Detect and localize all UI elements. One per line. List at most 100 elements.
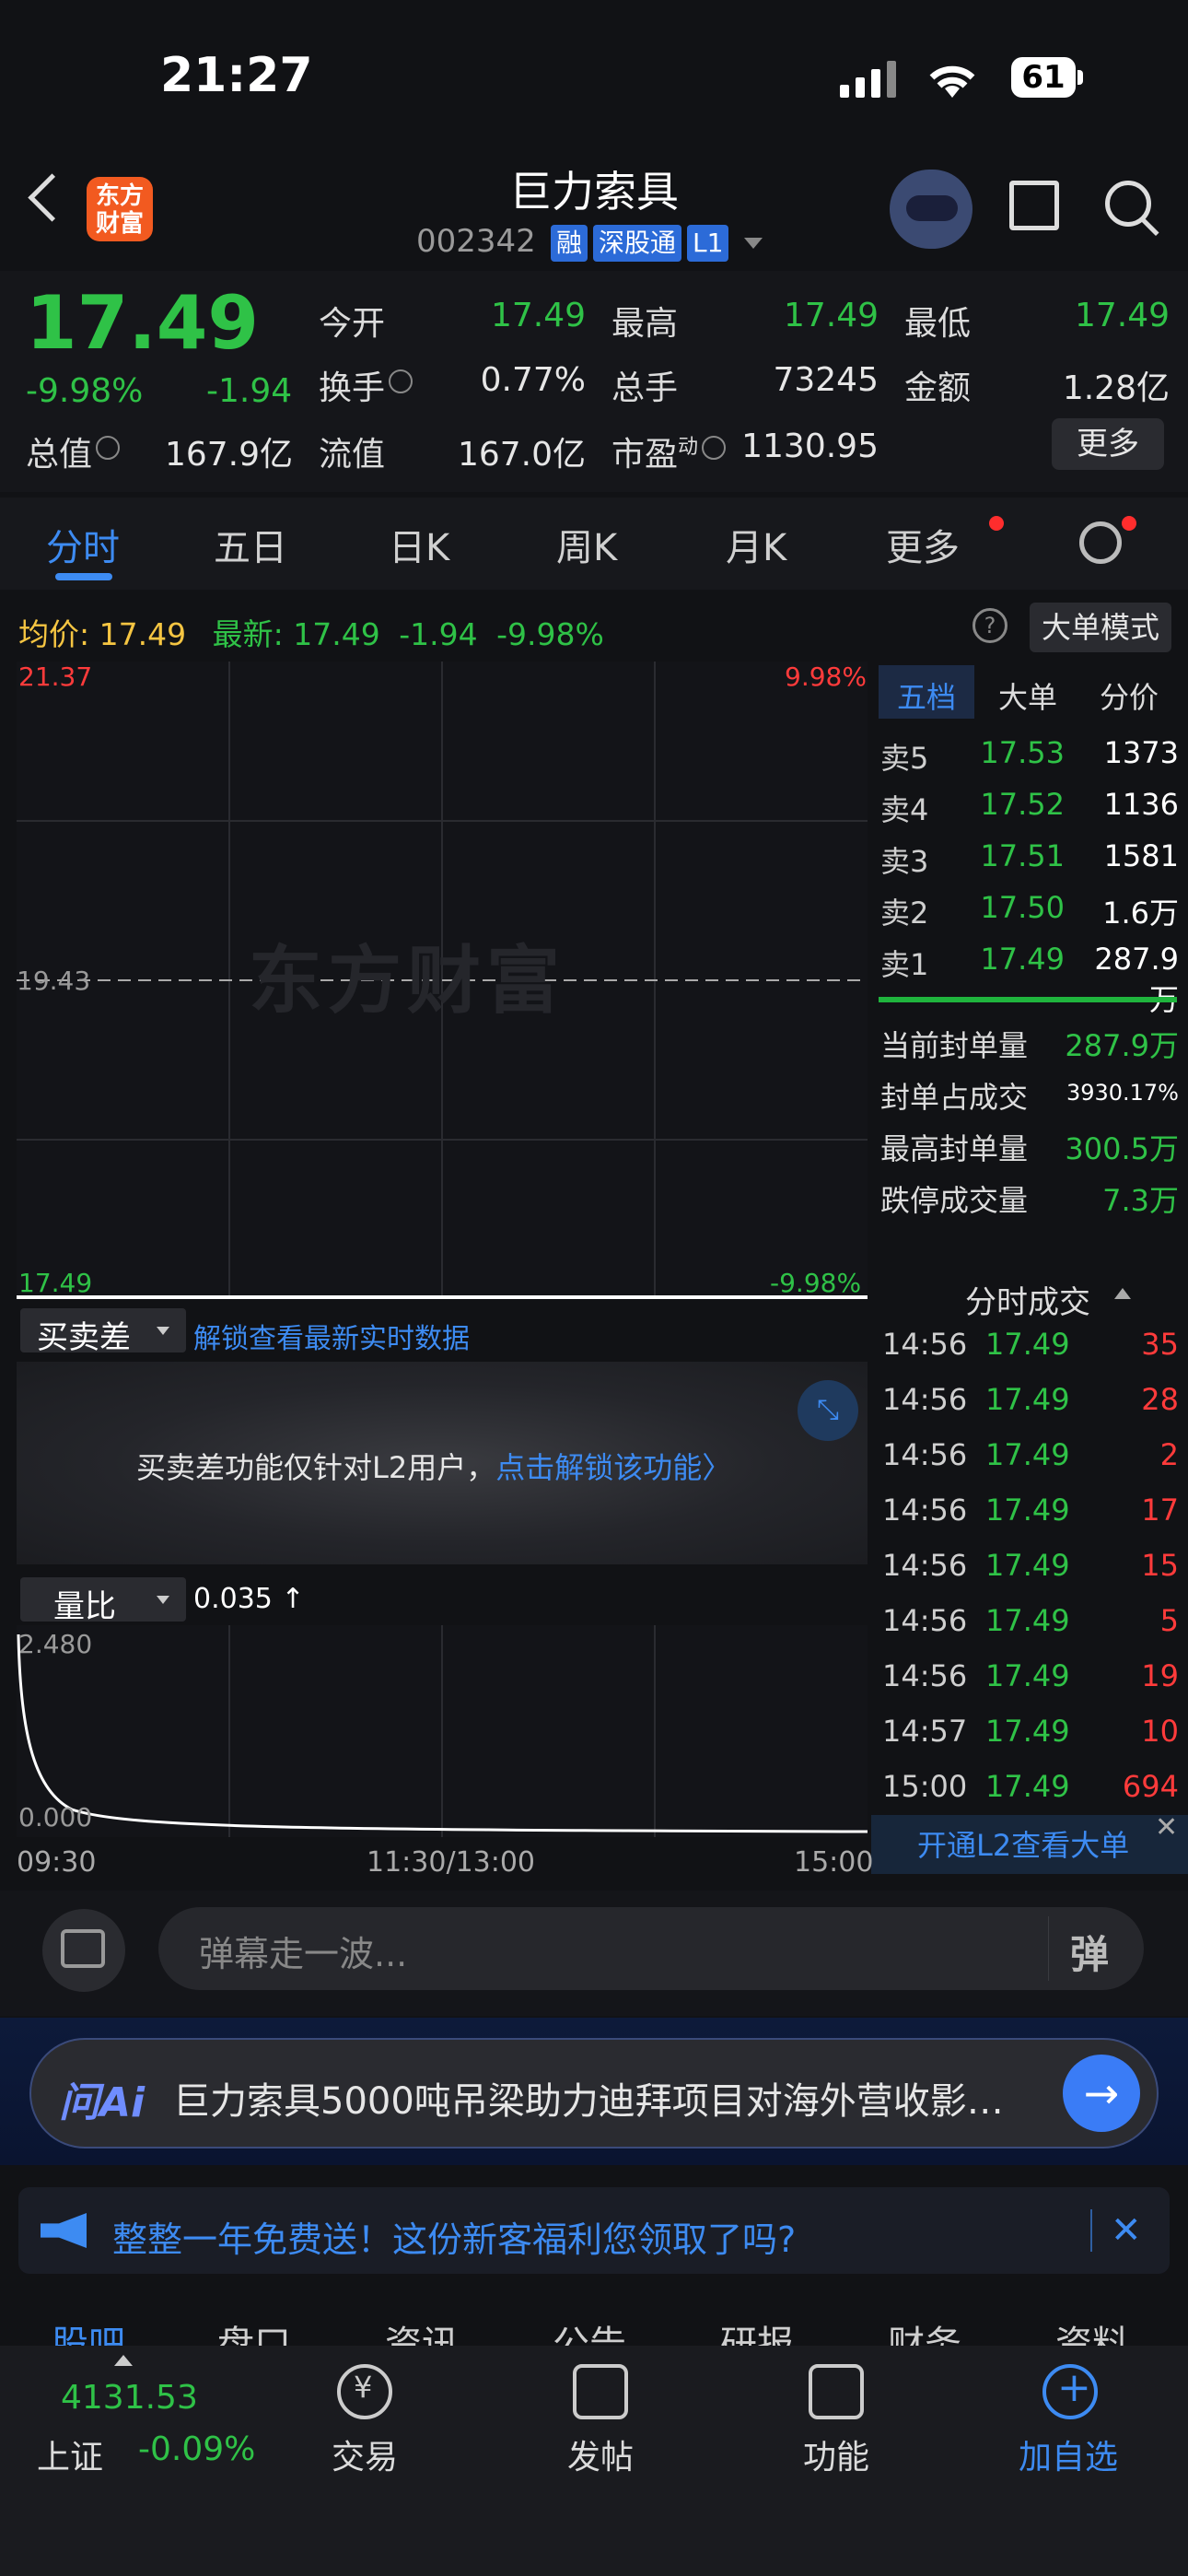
tick-price: 17.49 — [985, 1658, 1070, 1693]
stock-code: 002342 — [416, 223, 536, 260]
promo-separator — [1090, 2209, 1092, 2252]
info-icon[interactable] — [96, 436, 121, 460]
chevron-down-icon — [157, 1596, 169, 1604]
notification-dot — [1122, 516, 1136, 531]
low-value: 17.49 — [1074, 297, 1170, 334]
tick-time: 15:00 — [882, 1769, 968, 1804]
help-icon[interactable]: ? — [973, 608, 1007, 643]
tab-five-day[interactable]: 五日 — [214, 518, 287, 571]
ask-volume: 287.9万 — [1094, 942, 1179, 1017]
avg-label: 均价: — [18, 616, 90, 652]
unlock-feature-link[interactable]: 点击解锁该功能〉 — [495, 1450, 731, 1485]
float-cap-value: 167.0亿 — [457, 436, 586, 474]
watermark: 东方财富 — [249, 938, 565, 1024]
turnover-label-text: 换手 — [319, 369, 386, 407]
tag-l1: L1 — [687, 225, 729, 262]
vr-axis-top: 2.480 — [18, 1629, 93, 1659]
tick-price: 17.49 — [985, 1548, 1070, 1583]
l2-upgrade-text[interactable]: 开通L2查看大单 — [917, 1822, 1129, 1865]
pe-value: 1130.95 — [741, 427, 879, 465]
amount-label: 金额 — [904, 369, 972, 407]
market-cap-label: 总值 — [26, 427, 121, 475]
tick-price: 17.49 — [985, 1437, 1070, 1472]
unlock-data-link[interactable]: 解锁查看最新实时数据 — [193, 1316, 470, 1356]
grid-icon[interactable] — [809, 2364, 864, 2419]
turnover-value: 0.77% — [480, 361, 586, 399]
volume-ratio-dropdown-label[interactable]: 量比 — [53, 1581, 116, 1626]
chevron-down-icon — [157, 1327, 169, 1335]
chevron-down-icon[interactable] — [744, 238, 763, 249]
nav-post[interactable]: 发帖 — [567, 2430, 634, 2478]
order-book-divider — [879, 997, 1177, 1002]
close-icon[interactable]: ✕ — [1111, 2209, 1142, 2252]
danmaku-placeholder[interactable]: 弹幕走一波... — [199, 1926, 407, 1976]
current-price: 17.49 — [26, 280, 260, 366]
share-icon[interactable] — [1009, 181, 1059, 230]
tick-price: 17.49 — [985, 1714, 1070, 1749]
nav-add-watchlist[interactable]: 加自选 — [1019, 2430, 1118, 2478]
more-button[interactable]: 更多 — [1052, 418, 1164, 470]
tab-monthly-k[interactable]: 月K — [726, 518, 786, 571]
tab-price-distribution[interactable]: 分价 — [1100, 674, 1159, 717]
tab-daily-k[interactable]: 日K — [389, 518, 449, 571]
ask-level-label: 卖3 — [880, 844, 929, 879]
seal-label: 最高封单量 — [880, 1131, 1029, 1166]
price-summary: 均价: 17.49 最新: 17.49 -1.94 -9.98% — [18, 610, 604, 654]
volume-label: 总手 — [611, 369, 679, 407]
ask-volume: 1.6万 — [1102, 896, 1179, 931]
volume-value: 73245 — [773, 361, 879, 399]
danmaku-toggle-button[interactable]: 弹 — [1070, 1924, 1109, 1980]
compose-icon[interactable] — [573, 2364, 628, 2419]
close-icon[interactable]: ✕ — [1155, 1811, 1178, 1844]
spread-message: 买卖差功能仅针对L2用户，点击解锁该功能〉 — [136, 1445, 731, 1487]
index-percent[interactable]: -0.09% — [138, 2430, 255, 2468]
market-cap-label-text: 总值 — [26, 436, 93, 474]
tick-price: 17.49 — [985, 1493, 1070, 1528]
amount-value: 1.28亿 — [1062, 369, 1170, 407]
tab-active-indicator — [55, 573, 112, 580]
nav-trade[interactable]: 交易 — [332, 2430, 398, 2478]
expand-icon[interactable]: ⤡ — [798, 1380, 858, 1441]
ask-price: 17.51 — [980, 838, 1065, 873]
tab-five-levels[interactable]: 五档 — [897, 674, 956, 717]
tick-volume: 35 — [1141, 1327, 1179, 1362]
big-order-mode-button[interactable]: 大单模式 — [1030, 603, 1171, 652]
tab-more[interactable]: 更多 — [886, 518, 960, 571]
plus-glyph: + — [1057, 2364, 1091, 2411]
spread-message-text: 买卖差功能仅针对L2用户， — [136, 1450, 496, 1485]
info-icon[interactable] — [389, 369, 413, 393]
volume-ratio-chart[interactable] — [17, 1625, 868, 1837]
chevron-up-icon — [1114, 1288, 1131, 1299]
ask-level-label: 卖5 — [880, 741, 929, 776]
latest-value: 17.49 — [293, 616, 380, 652]
tick-time: 14:56 — [882, 1437, 968, 1472]
gear-icon[interactable] — [1079, 521, 1122, 564]
latest-change: -1.94 — [399, 616, 478, 652]
tick-time: 14:56 — [882, 1548, 968, 1583]
change-amount: -1.94 — [206, 372, 293, 410]
promo-text[interactable]: 整整一年免费送！这份新客福利您领取了吗? — [112, 2211, 796, 2262]
index-value[interactable]: 4131.53 — [61, 2379, 198, 2417]
tab-big-orders[interactable]: 大单 — [998, 674, 1057, 717]
high-value: 17.49 — [783, 297, 879, 334]
danmaku-icon-inner — [61, 1929, 105, 1968]
seal-label: 当前封单量 — [880, 1028, 1029, 1063]
info-icon[interactable] — [702, 436, 727, 460]
ticks-title[interactable]: 分时成交 — [965, 1277, 1090, 1322]
yen-glyph: ¥ — [354, 2370, 373, 2405]
seal-value: 287.9万 — [1065, 1028, 1179, 1063]
tick-volume: 15 — [1141, 1548, 1179, 1583]
tab-weekly-k[interactable]: 周K — [556, 518, 617, 571]
open-value: 17.49 — [490, 297, 586, 334]
index-name[interactable]: 上证 — [37, 2430, 103, 2478]
tick-volume: 2 — [1159, 1437, 1179, 1472]
time-close: 15:00 — [794, 1846, 874, 1879]
notification-dot — [989, 516, 1004, 531]
ask-price: 17.52 — [980, 787, 1065, 822]
arrow-right-icon[interactable]: → — [1063, 2055, 1140, 2132]
ask-volume: 1373 — [1103, 735, 1179, 770]
tab-intraday[interactable]: 分时 — [46, 518, 120, 571]
ai-question-text[interactable]: 巨力索具5000吨吊梁助力迪拜项目对海外营收影… — [173, 2071, 1039, 2125]
spread-dropdown-label[interactable]: 买卖差 — [37, 1312, 131, 1357]
nav-functions[interactable]: 功能 — [803, 2430, 869, 2478]
